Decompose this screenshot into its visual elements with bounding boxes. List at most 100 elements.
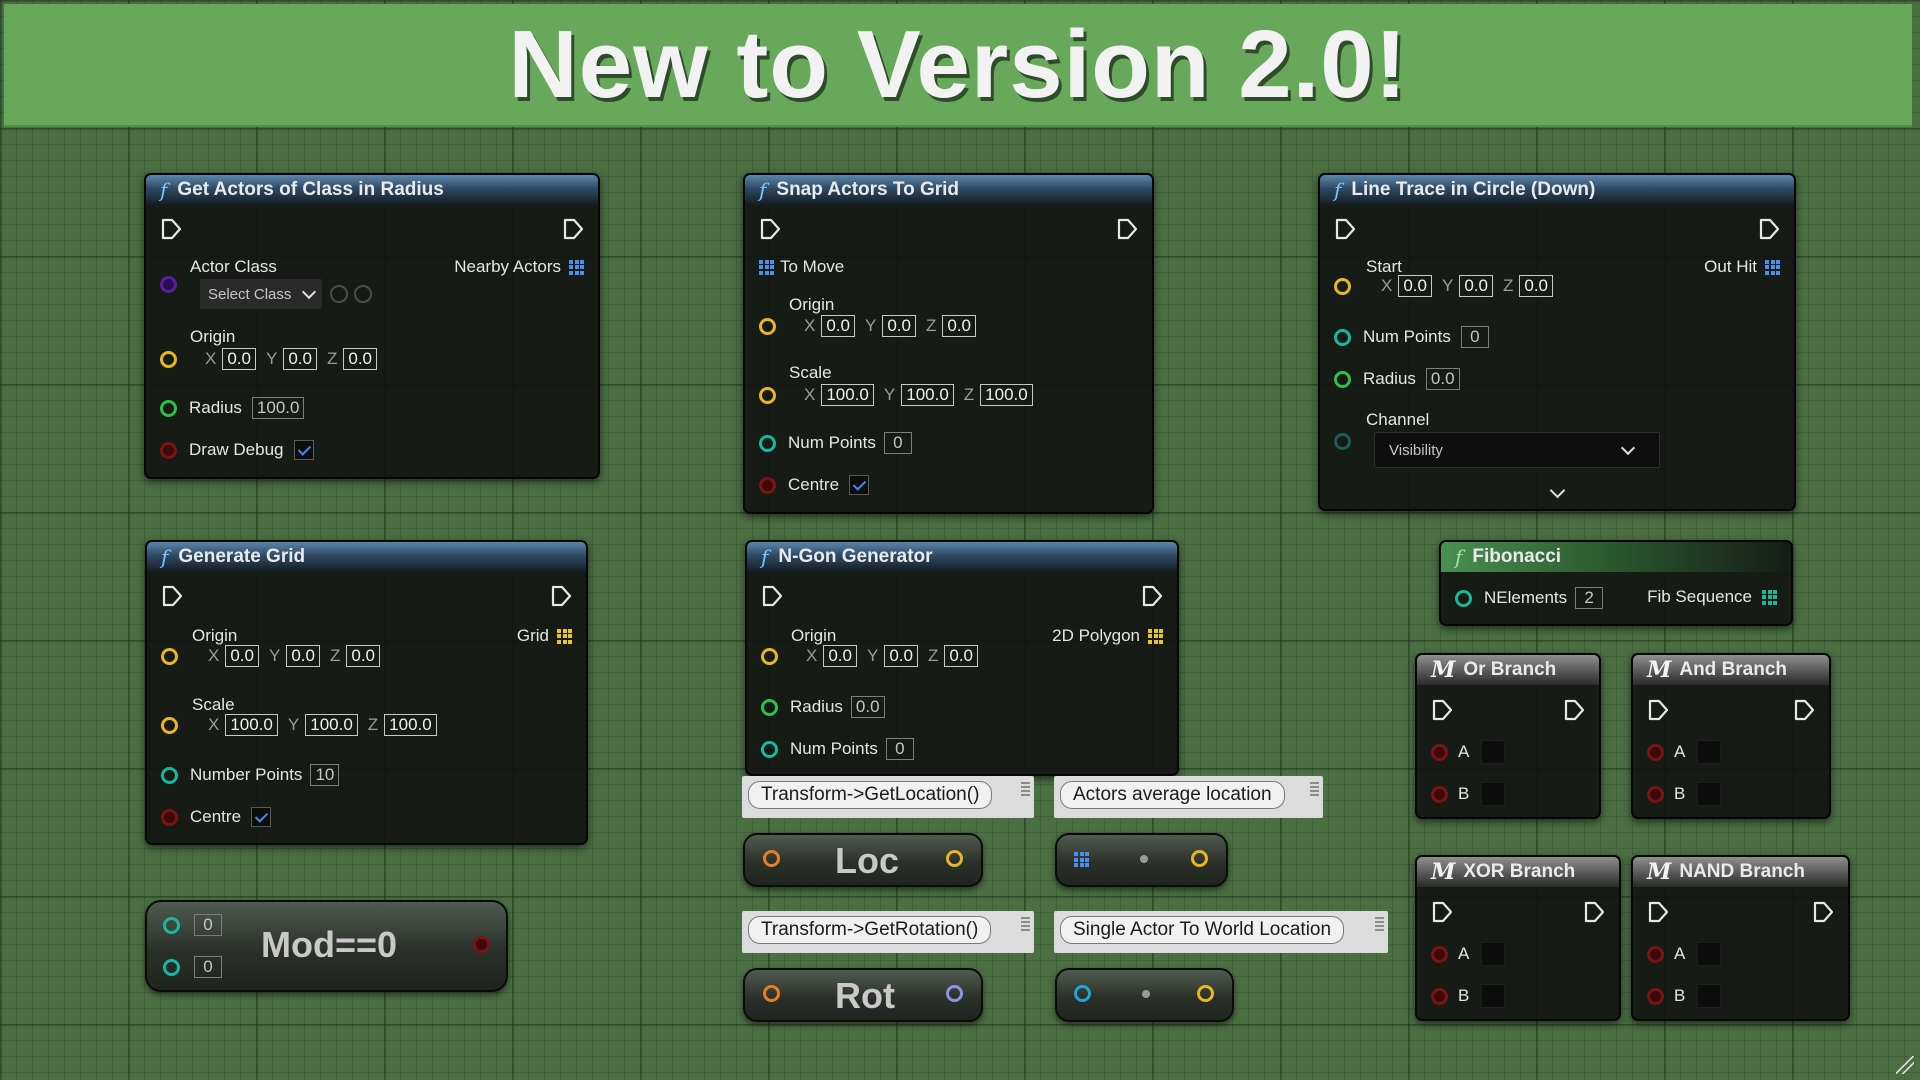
- exec-out-pin-icon[interactable]: [1563, 699, 1585, 721]
- exec-out-pin-icon[interactable]: [550, 585, 572, 607]
- array-grid-icon[interactable]: [1074, 852, 1089, 867]
- b-checkbox[interactable]: [1481, 782, 1506, 806]
- exec-in-pin-icon[interactable]: [1431, 699, 1453, 721]
- exec-out-pin-icon[interactable]: [1812, 901, 1834, 923]
- origin-x-field[interactable]: 0.0: [222, 348, 256, 370]
- node-header[interactable]: f Fibonacci: [1441, 542, 1791, 572]
- actor-class-pin[interactable]: [160, 276, 177, 293]
- exec-out-pin-icon[interactable]: [1116, 218, 1138, 240]
- draw-debug-pin[interactable]: [160, 441, 177, 459]
- b-pin[interactable]: [1647, 987, 1664, 1005]
- a-pin[interactable]: [1431, 945, 1448, 963]
- channel-dropdown[interactable]: Visibility: [1374, 432, 1660, 468]
- resize-grip-icon[interactable]: [1896, 1056, 1914, 1074]
- exec-out-pin-icon[interactable]: [1758, 218, 1780, 240]
- a-checkbox[interactable]: [1481, 740, 1506, 764]
- origin-y-field[interactable]: 0.0: [884, 645, 918, 667]
- node-and-branch[interactable]: M And Branch A B: [1631, 653, 1831, 819]
- number-points-pin[interactable]: [161, 766, 178, 784]
- rot-output-pin[interactable]: [946, 985, 963, 1002]
- origin-y-field[interactable]: 0.0: [286, 645, 320, 667]
- start-y-field[interactable]: 0.0: [1459, 275, 1493, 297]
- centre-pin[interactable]: [759, 476, 776, 494]
- radius-pin[interactable]: [1334, 370, 1351, 388]
- node-xor-branch[interactable]: M XOR Branch A B: [1415, 855, 1621, 1021]
- select-class-dropdown[interactable]: Select Class: [200, 279, 322, 309]
- node-mod-equals-zero[interactable]: 0 0 Mod==0: [145, 900, 508, 992]
- radius-field[interactable]: 100.0: [251, 397, 305, 419]
- node-header[interactable]: f Get Actors of Class in Radius: [146, 175, 598, 205]
- origin-x-field[interactable]: 0.0: [821, 315, 855, 337]
- radius-field[interactable]: 0.0: [1425, 368, 1460, 390]
- origin-pin[interactable]: [759, 317, 776, 335]
- node-header[interactable]: M XOR Branch: [1417, 857, 1619, 887]
- a-checkbox[interactable]: [1481, 942, 1506, 966]
- radius-pin[interactable]: [761, 698, 778, 716]
- node-header[interactable]: f N-Gon Generator: [747, 542, 1177, 572]
- comment-pin-icon[interactable]: [1021, 782, 1030, 798]
- exec-in-pin-icon[interactable]: [161, 585, 183, 607]
- origin-pin[interactable]: [161, 647, 178, 665]
- exec-out-pin-icon[interactable]: [1583, 901, 1605, 923]
- nelements-field[interactable]: 2: [1575, 587, 1604, 609]
- node-header[interactable]: M Or Branch: [1417, 655, 1599, 685]
- origin-z-field[interactable]: 0.0: [944, 645, 978, 667]
- radius-pin[interactable]: [160, 399, 177, 417]
- expand-chevron-icon[interactable]: [1549, 482, 1566, 499]
- b-checkbox[interactable]: [1481, 984, 1506, 1008]
- draw-debug-checkbox[interactable]: [293, 440, 314, 460]
- loc-output-pin[interactable]: [946, 850, 963, 867]
- scale-pin[interactable]: [759, 386, 776, 404]
- exec-in-pin-icon[interactable]: [1647, 699, 1669, 721]
- num-points-pin[interactable]: [759, 434, 776, 452]
- exec-in-pin-icon[interactable]: [761, 585, 783, 607]
- node-rot[interactable]: Rot: [743, 968, 983, 1022]
- scale-y-field[interactable]: 100.0: [305, 714, 358, 736]
- origin-x-field[interactable]: 0.0: [823, 645, 857, 667]
- num-points-field[interactable]: 0: [883, 432, 912, 454]
- node-header[interactable]: M NAND Branch: [1633, 857, 1848, 887]
- array-grid-icon[interactable]: [569, 259, 584, 275]
- comment-pin-icon[interactable]: [1375, 917, 1384, 933]
- centre-checkbox[interactable]: [251, 807, 272, 827]
- node-line-trace-in-circle[interactable]: f Line Trace in Circle (Down) Start X 0.0 …: [1318, 173, 1796, 511]
- comment-pin-icon[interactable]: [1310, 782, 1319, 798]
- mod-input-a-pin[interactable]: [163, 916, 180, 934]
- node-or-branch[interactable]: M Or Branch A B: [1415, 653, 1601, 819]
- start-z-field[interactable]: 0.0: [1519, 275, 1553, 297]
- centre-pin[interactable]: [161, 808, 178, 826]
- scale-pin[interactable]: [161, 716, 178, 734]
- scale-z-field[interactable]: 100.0: [980, 384, 1033, 406]
- start-pin[interactable]: [1334, 277, 1351, 295]
- array-grid-icon[interactable]: [759, 259, 774, 275]
- array-grid-icon[interactable]: [1148, 628, 1163, 644]
- node-single-actor-to-world-location[interactable]: [1055, 968, 1234, 1022]
- exec-out-pin-icon[interactable]: [1793, 699, 1815, 721]
- scale-y-field[interactable]: 100.0: [901, 384, 954, 406]
- node-header[interactable]: f Snap Actors To Grid: [745, 175, 1152, 205]
- origin-z-field[interactable]: 0.0: [343, 348, 377, 370]
- scale-z-field[interactable]: 100.0: [384, 714, 437, 736]
- array-grid-icon[interactable]: [1762, 589, 1777, 605]
- comment-single-actor-to-world-location[interactable]: Single Actor To World Location: [1054, 911, 1388, 953]
- centre-checkbox[interactable]: [849, 475, 870, 495]
- browse-icon[interactable]: [330, 285, 348, 303]
- b-checkbox[interactable]: [1697, 782, 1722, 806]
- search-icon[interactable]: [354, 285, 372, 303]
- num-points-pin[interactable]: [761, 740, 778, 758]
- comment-get-location[interactable]: Transform->GetLocation(): [742, 776, 1034, 818]
- a-pin[interactable]: [1647, 945, 1664, 963]
- a-checkbox[interactable]: [1697, 942, 1722, 966]
- exec-in-pin-icon[interactable]: [1431, 901, 1453, 923]
- node-loc[interactable]: Loc: [743, 833, 983, 887]
- comment-get-rotation[interactable]: Transform->GetRotation(): [742, 911, 1034, 953]
- num-points-field[interactable]: 0: [1460, 326, 1489, 348]
- mod-input-a-field[interactable]: 0: [194, 914, 222, 936]
- rot-input-pin[interactable]: [763, 985, 780, 1002]
- exec-in-pin-icon[interactable]: [1647, 901, 1669, 923]
- node-snap-actors-to-grid[interactable]: f Snap Actors To Grid To Move Origin X 0.0…: [743, 173, 1154, 514]
- exec-out-pin-icon[interactable]: [562, 218, 584, 240]
- node-header[interactable]: f Generate Grid: [147, 542, 586, 572]
- array-grid-icon[interactable]: [1765, 259, 1780, 275]
- node-header[interactable]: f Line Trace in Circle (Down): [1320, 175, 1794, 205]
